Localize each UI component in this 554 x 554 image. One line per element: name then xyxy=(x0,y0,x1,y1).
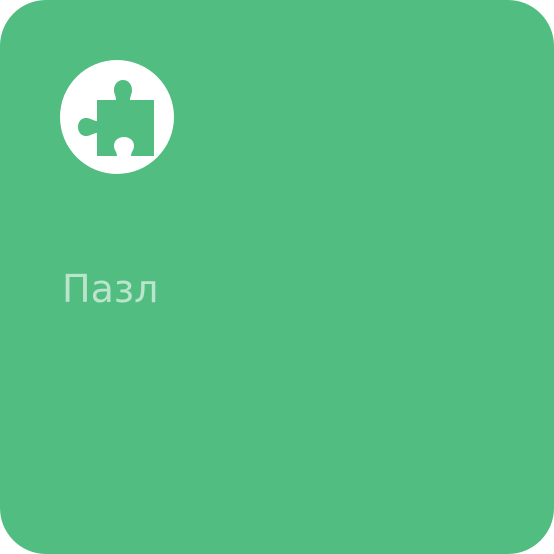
tile-label: Пазл xyxy=(62,267,159,311)
puzzle-piece-icon xyxy=(78,80,154,156)
puzzle-tile[interactable]: Пазл xyxy=(0,0,554,554)
puzzle-icon-badge xyxy=(60,60,174,174)
